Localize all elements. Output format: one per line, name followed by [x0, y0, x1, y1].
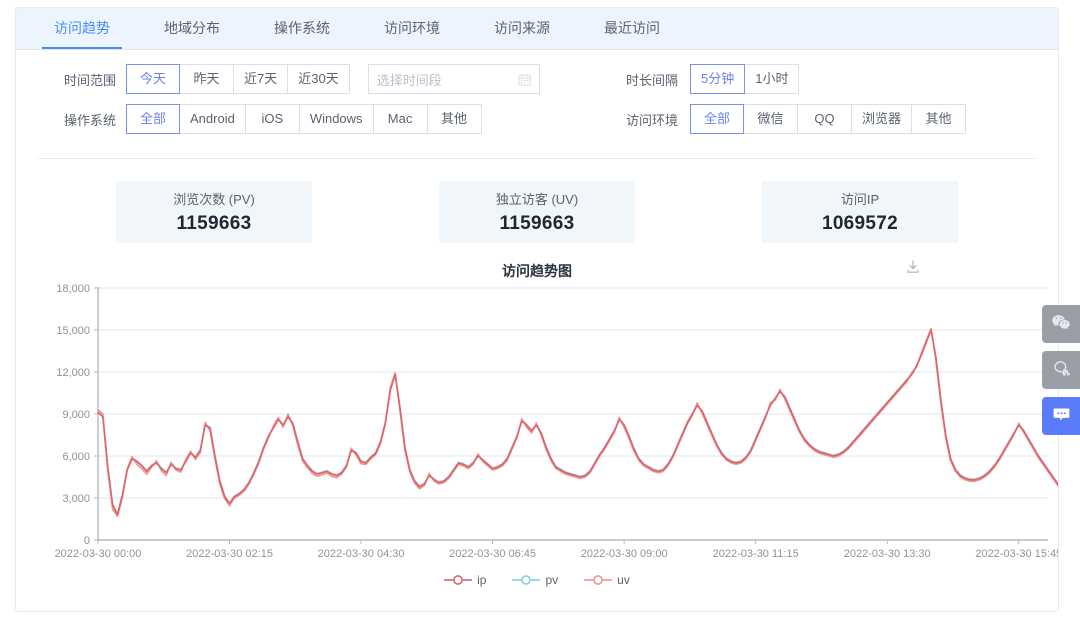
interval-button-group: 5分钟 1小时	[690, 64, 799, 94]
filter-row-os: 操作系统 全部 Android iOS Windows Mac 其他 访问环境 …	[16, 104, 1058, 134]
chart-title: 访问趋势图	[16, 261, 1058, 281]
filter-panel: 时间范围 今天 昨天 近7天 近30天 选择时间段 时长间隔 5分钟	[16, 50, 1058, 148]
chat-button[interactable]	[1042, 397, 1080, 435]
svg-text:2022-03-30 06:45: 2022-03-30 06:45	[449, 548, 536, 560]
date-range-placeholder: 选择时间段	[377, 70, 518, 89]
environment-option-qq[interactable]: QQ	[798, 104, 852, 134]
tab-label: 访问趋势	[54, 20, 110, 36]
svg-text:6,000: 6,000	[62, 451, 90, 463]
svg-text:2022-03-30 13:30: 2022-03-30 13:30	[844, 548, 931, 560]
time-range-option-today[interactable]: 今天	[126, 64, 180, 94]
os-option-mac[interactable]: Mac	[374, 104, 428, 134]
time-range-option-yesterday[interactable]: 昨天	[180, 64, 234, 94]
svg-text:2022-03-30 04:30: 2022-03-30 04:30	[318, 548, 405, 560]
tab-label: 最近访问	[604, 20, 660, 36]
svg-text:15,000: 15,000	[56, 325, 90, 337]
time-range-option-last7days[interactable]: 近7天	[234, 64, 288, 94]
qq-button[interactable]	[1042, 351, 1080, 389]
os-option-windows[interactable]: Windows	[300, 104, 374, 134]
analytics-page: 访问趋势 地域分布 操作系统 访问环境 访问来源 最近访问 时间范围 今天 昨天…	[0, 0, 1080, 633]
tab-visit-trend[interactable]: 访问趋势	[38, 8, 126, 49]
legend-label: ip	[477, 573, 486, 587]
os-option-android[interactable]: Android	[180, 104, 246, 134]
date-range-picker[interactable]: 选择时间段	[368, 64, 540, 94]
stat-card-ip: 访问IP 1069572	[762, 181, 958, 243]
chart-container: 访问趋势图 0 3,000 6,000 9,000 12,000 15,000 18,000…	[16, 261, 1058, 591]
trend-line-chart: 0 3,000 6,000 9,000 12,000 15,000 18,000 2022-0…	[16, 283, 1058, 563]
filter-row-time-range: 时间范围 今天 昨天 近7天 近30天 选择时间段 时长间隔 5分钟	[16, 64, 1058, 94]
wechat-icon	[1050, 312, 1072, 337]
tab-label: 访问来源	[494, 20, 550, 36]
tab-operating-system[interactable]: 操作系统	[258, 8, 346, 49]
stat-card-pv: 浏览次数 (PV) 1159663	[116, 181, 312, 243]
stat-value: 1159663	[499, 213, 574, 235]
os-option-ios[interactable]: iOS	[246, 104, 300, 134]
filter-group-environment: 访问环境 全部 微信 QQ 浏览器 其他	[626, 104, 966, 134]
time-range-label: 时间范围	[42, 70, 116, 89]
svg-text:12,000: 12,000	[56, 367, 90, 379]
tab-label: 访问环境	[384, 20, 440, 36]
tab-label: 地域分布	[164, 20, 220, 36]
chat-bubble-icon	[1051, 404, 1072, 428]
floating-action-bar	[1042, 305, 1080, 443]
environment-button-group: 全部 微信 QQ 浏览器 其他	[690, 104, 966, 134]
svg-text:18,000: 18,000	[56, 283, 90, 295]
filter-group-interval: 时长间隔 5分钟 1小时	[626, 64, 799, 94]
svg-text:2022-03-30 02:15: 2022-03-30 02:15	[186, 548, 273, 560]
tab-label: 操作系统	[274, 20, 330, 36]
os-label: 操作系统	[42, 110, 116, 129]
tab-region-distribution[interactable]: 地域分布	[148, 8, 236, 49]
tab-visit-environment[interactable]: 访问环境	[368, 8, 456, 49]
tab-visit-source[interactable]: 访问来源	[478, 8, 566, 49]
environment-option-all[interactable]: 全部	[690, 104, 744, 134]
legend-item-pv[interactable]: pv	[512, 573, 558, 587]
svg-text:2022-03-30 11:15: 2022-03-30 11:15	[713, 548, 799, 560]
environment-option-browser[interactable]: 浏览器	[852, 104, 912, 134]
svg-text:0: 0	[84, 535, 90, 547]
tab-recent-visits[interactable]: 最近访问	[588, 8, 676, 49]
wechat-button[interactable]	[1042, 305, 1080, 343]
svg-text:9,000: 9,000	[62, 409, 90, 421]
os-option-all[interactable]: 全部	[126, 104, 180, 134]
chart-plot-area[interactable]: 0 3,000 6,000 9,000 12,000 15,000 18,000 2022-0…	[16, 283, 1058, 563]
time-range-button-group: 今天 昨天 近7天 近30天	[126, 64, 350, 94]
interval-option-1hour[interactable]: 1小时	[745, 64, 799, 94]
legend-label: uv	[617, 573, 630, 587]
svg-text:2022-03-30 00:00: 2022-03-30 00:00	[55, 548, 142, 560]
svg-text:2022-03-30 15:45: 2022-03-30 15:45	[975, 548, 1058, 560]
stat-label: 独立访客 (UV)	[496, 189, 578, 208]
environment-option-other[interactable]: 其他	[912, 104, 966, 134]
svg-text:2022-03-30 09:00: 2022-03-30 09:00	[581, 548, 668, 560]
calendar-icon	[518, 73, 531, 86]
stat-card-uv: 独立访客 (UV) 1159663	[439, 181, 635, 243]
tab-bar: 访问趋势 地域分布 操作系统 访问环境 访问来源 最近访问	[16, 8, 1058, 50]
os-option-other[interactable]: 其他	[428, 104, 482, 134]
chart-legend: ip pv uv	[16, 573, 1058, 587]
stat-value: 1069572	[822, 213, 898, 235]
stat-value: 1159663	[176, 213, 251, 235]
interval-label: 时长间隔	[626, 70, 678, 89]
qq-icon	[1050, 358, 1072, 383]
stat-label: 浏览次数 (PV)	[173, 189, 255, 208]
legend-item-uv[interactable]: uv	[584, 573, 630, 587]
os-button-group: 全部 Android iOS Windows Mac 其他	[126, 104, 482, 134]
stat-label: 访问IP	[841, 189, 879, 208]
svg-text:3,000: 3,000	[62, 493, 90, 505]
environment-option-wechat[interactable]: 微信	[744, 104, 798, 134]
environment-label: 访问环境	[626, 110, 678, 129]
analytics-card: 访问趋势 地域分布 操作系统 访问环境 访问来源 最近访问 时间范围 今天 昨天…	[15, 7, 1059, 612]
interval-option-5min[interactable]: 5分钟	[690, 64, 745, 94]
stat-card-group: 浏览次数 (PV) 1159663 独立访客 (UV) 1159663 访问IP…	[16, 159, 1058, 243]
legend-item-ip[interactable]: ip	[444, 573, 486, 587]
time-range-option-last30days[interactable]: 近30天	[288, 64, 349, 94]
legend-label: pv	[545, 573, 558, 587]
download-icon[interactable]	[905, 259, 921, 278]
